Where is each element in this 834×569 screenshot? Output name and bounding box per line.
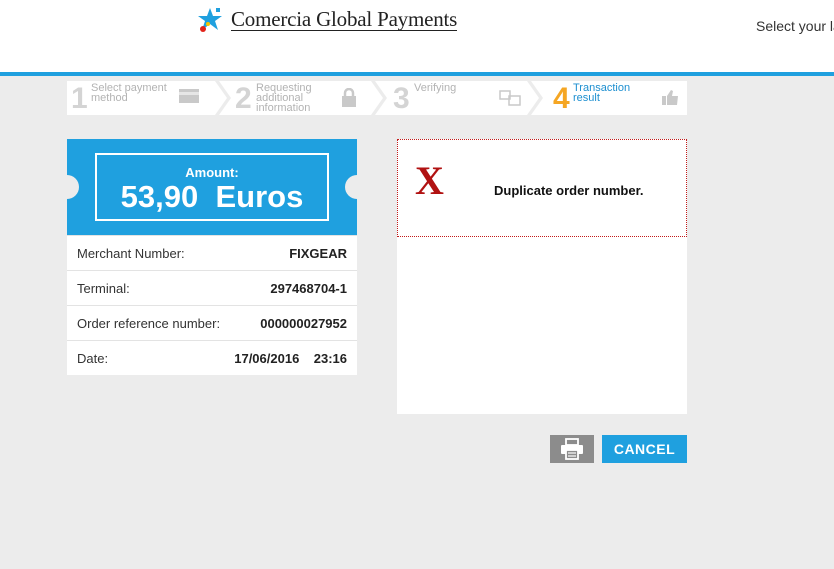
error-message: Duplicate order number. [494, 183, 644, 198]
language-selector[interactable]: Select your la [756, 18, 834, 34]
date-value: 17/06/2016 23:16 [234, 350, 347, 366]
print-button[interactable] [550, 435, 594, 463]
amount-label: Amount: [185, 165, 239, 180]
card-icon [179, 89, 199, 103]
step-1-number: 1 [71, 82, 88, 115]
order-reference-value: 000000027952 [260, 315, 347, 331]
step-4-number: 4 [553, 82, 570, 115]
merchant-number-value: FIXGEAR [289, 245, 347, 261]
amount-value: 53,90 Euros [120, 179, 304, 214]
order-reference-row: Order reference number: 000000027952 [67, 305, 357, 340]
payment-summary: Amount: 53,90 Euros Merchant Number: FIX… [55, 139, 369, 375]
ticket-notch-left [55, 175, 79, 199]
error-message-box: X Duplicate order number. [397, 139, 687, 237]
step-1: 1 Select payment method [67, 81, 217, 115]
step-3-number: 3 [393, 82, 410, 115]
terminal-value: 297468704-1 [270, 280, 347, 296]
progress-steps: 1 Select payment method 2 Requesting addit… [67, 81, 687, 115]
header-divider [0, 72, 834, 76]
amount-box: Amount: 53,90 Euros [95, 153, 329, 221]
step-3: 3 Verifying [389, 81, 539, 115]
amount-header: Amount: 53,90 Euros [55, 139, 369, 235]
step-2-label: Requesting additional information [256, 82, 312, 114]
transaction-result-panel: X Duplicate order number. [397, 139, 687, 414]
logo-text: Comercia Global Payments [231, 7, 458, 31]
header: Comercia Global Payments Select your la [0, 0, 834, 72]
ticket-notch-right [345, 175, 369, 199]
step-4-label: Transaction result [573, 82, 631, 104]
star-logo-icon [198, 8, 222, 32]
step-2-number: 2 [235, 82, 252, 115]
thumbs-up-icon [662, 90, 678, 105]
merchant-number-row: Merchant Number: FIXGEAR [67, 235, 357, 270]
step-4: 4 Transaction result [545, 81, 687, 115]
merchant-number-label: Merchant Number: [77, 245, 185, 261]
order-reference-label: Order reference number: [77, 315, 221, 331]
error-x-icon: X [415, 158, 444, 203]
step-2: 2 Requesting additional information [233, 81, 383, 115]
date-row: Date: 17/06/2016 23:16 [67, 340, 357, 375]
terminal-row: Terminal: 297468704-1 [67, 270, 357, 305]
step-3-label: Verifying [414, 82, 457, 94]
date-label: Date: [77, 350, 109, 366]
verify-icon [499, 90, 521, 106]
terminal-label: Terminal: [77, 280, 130, 296]
cancel-button[interactable]: CANCEL [602, 435, 687, 463]
printer-icon [561, 438, 583, 460]
lock-icon [342, 88, 356, 107]
logo[interactable]: Comercia Global Payments [196, 6, 457, 34]
step-1-label: Select payment method [91, 82, 167, 104]
